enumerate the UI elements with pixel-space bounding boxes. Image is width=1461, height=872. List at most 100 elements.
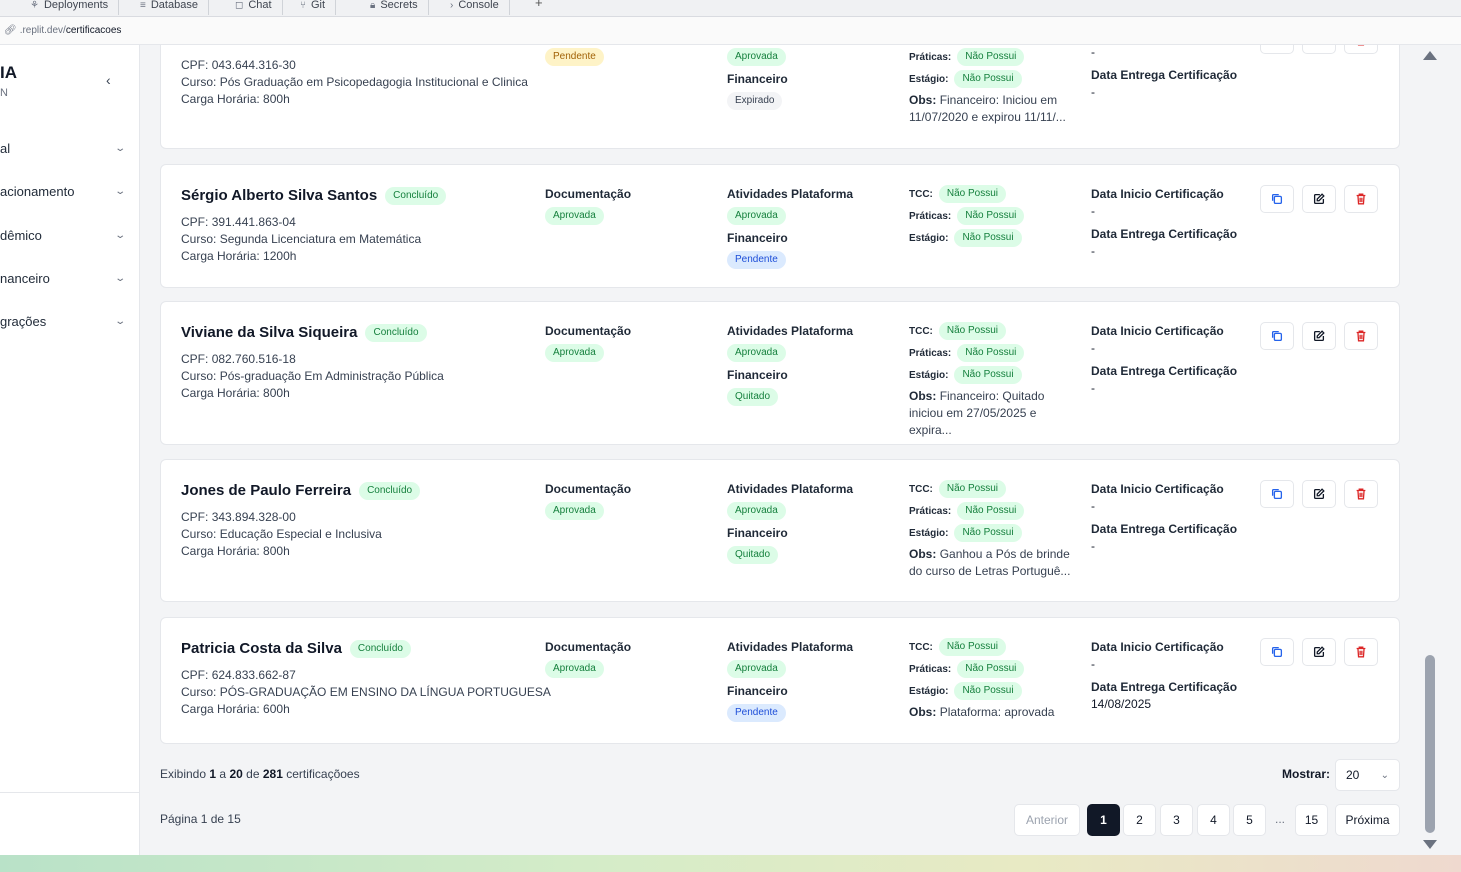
- page-scrollbar[interactable]: [1420, 45, 1440, 855]
- praticas-label: Práticas:: [909, 663, 952, 675]
- duplicate-button[interactable]: [1260, 45, 1294, 54]
- ide-tab-deployments[interactable]: ⚘ Deployments: [20, 0, 120, 15]
- estagio-label: Estágio:: [909, 232, 949, 244]
- edit-icon: [1312, 487, 1326, 501]
- ide-tab-secrets[interactable]: 🔒︎ Secrets: [360, 0, 429, 15]
- pagination-ellipsis: ...: [1275, 812, 1286, 826]
- url-host: .replit.dev/: [19, 25, 66, 36]
- scroll-up-icon[interactable]: [1423, 51, 1437, 60]
- ide-tab-console[interactable]: › Console: [440, 0, 510, 15]
- pagination-page-last[interactable]: 15: [1295, 804, 1328, 836]
- student-name: Patricia Costa da Silva Concluído: [181, 640, 411, 658]
- copy-icon: [1270, 487, 1284, 501]
- atividades-badge: Aprovada: [727, 207, 786, 225]
- sidebar-item-integracoes[interactable]: grações ⌄: [0, 310, 126, 332]
- ide-tab-label: Secrets: [380, 0, 418, 11]
- ide-tab-chat[interactable]: ◻ Chat: [225, 0, 283, 15]
- edit-icon: [1312, 329, 1326, 343]
- delete-button[interactable]: [1344, 638, 1378, 666]
- tcc-row: TCC: Não Possui: [909, 185, 1007, 203]
- cpf-line: CPF: 343.894.328-00: [181, 510, 296, 524]
- estagio-label: Estágio:: [909, 369, 949, 381]
- documentacao-badge: Aprovada: [545, 502, 604, 520]
- url-path: certificacoes: [65, 25, 122, 36]
- pagination-page-1[interactable]: 1: [1087, 804, 1120, 836]
- chevron-down-icon: ⌄: [113, 229, 126, 241]
- copy-icon: [1270, 329, 1284, 343]
- ide-tab-database[interactable]: ≡ Database: [130, 0, 209, 15]
- curso-line: Curso: PÓS-GRADUAÇÃO EM ENSINO DA LÍNGUA…: [181, 685, 551, 699]
- duplicate-button[interactable]: [1260, 322, 1294, 350]
- data-inicio-value: -: [1091, 45, 1095, 59]
- trash-icon: [1354, 645, 1368, 659]
- edit-button[interactable]: [1302, 638, 1336, 666]
- pagination-page-4[interactable]: 4: [1197, 804, 1230, 836]
- duplicate-button[interactable]: [1260, 185, 1294, 213]
- database-icon: ≡: [140, 0, 146, 11]
- atividades-label: Atividades Plataforma: [727, 482, 854, 496]
- edit-button[interactable]: [1302, 185, 1336, 213]
- delete-button[interactable]: [1344, 45, 1378, 54]
- chevron-down-icon: ⌄: [113, 185, 126, 197]
- git-icon: ⑂: [300, 0, 306, 11]
- pagination-next-button[interactable]: Próxima: [1335, 804, 1400, 836]
- scrollbar-thumb[interactable]: [1425, 655, 1435, 833]
- financeiro-status: Expirado: [727, 90, 783, 110]
- edit-button[interactable]: [1302, 322, 1336, 350]
- edit-icon: [1312, 645, 1326, 659]
- cpf-line: CPF: 391.441.863-04: [181, 215, 296, 229]
- sidebar-item-relacionamento[interactable]: acionamento ⌄: [0, 180, 126, 202]
- copy-icon: [1270, 192, 1284, 206]
- trash-icon: [1354, 487, 1368, 501]
- data-inicio-value: -: [1091, 204, 1095, 218]
- pagination-page-2[interactable]: 2: [1123, 804, 1156, 836]
- praticas-label: Práticas:: [909, 347, 952, 359]
- data-inicio-label: Data Inicio Certificação: [1091, 482, 1224, 496]
- sidebar-item-geral[interactable]: al ⌄: [0, 137, 126, 159]
- sidebar-item-academico[interactable]: dêmico ⌄: [0, 224, 126, 246]
- scroll-down-icon[interactable]: [1423, 840, 1437, 849]
- sidebar-item-financeiro[interactable]: nanceiro ⌄: [0, 267, 126, 289]
- duplicate-button[interactable]: [1260, 480, 1294, 508]
- ide-tab-git[interactable]: ⑂ Git: [290, 0, 337, 15]
- delete-button[interactable]: [1344, 322, 1378, 350]
- financeiro-label: Financeiro: [727, 526, 788, 540]
- data-entrega-value: -: [1091, 539, 1095, 553]
- cpf-line: CPF: 043.644.316-30: [181, 58, 296, 72]
- estagio-row: Estágio: Não Possui: [909, 366, 1022, 384]
- new-tab-button[interactable]: +: [535, 0, 543, 10]
- tcc-label: TCC:: [909, 325, 933, 337]
- duplicate-button[interactable]: [1260, 638, 1294, 666]
- copy-icon: [1270, 645, 1284, 659]
- data-entrega-label: Data Entrega Certificação: [1091, 68, 1238, 82]
- url-bar[interactable]: 🔗︎ .replit.dev/certificacoes: [0, 17, 1461, 45]
- page-size-label: Mostrar:: [1282, 767, 1331, 781]
- delete-button[interactable]: [1344, 480, 1378, 508]
- financeiro-status: Pendente: [727, 249, 786, 269]
- delete-button[interactable]: [1344, 185, 1378, 213]
- copy-icon: [1270, 45, 1284, 47]
- data-inicio-label: Data Inicio Certificação: [1091, 187, 1224, 201]
- praticas-row: Práticas: Não Possui: [909, 344, 1025, 362]
- page-size-select[interactable]: 20 ⌄: [1335, 759, 1400, 791]
- edit-button[interactable]: [1302, 45, 1336, 54]
- pagination-page-3[interactable]: 3: [1160, 804, 1193, 836]
- edit-button[interactable]: [1302, 480, 1336, 508]
- praticas-label: Práticas:: [909, 51, 952, 63]
- data-entrega-value: -: [1091, 85, 1095, 99]
- praticas-row: Práticas: Não Possui: [909, 207, 1025, 225]
- deploy-icon: ⚘: [30, 0, 39, 11]
- data-entrega-label: Data Entrega Certificação: [1091, 522, 1238, 536]
- status-badge: Concluído: [385, 187, 447, 205]
- carga-line: Carga Horária: 600h: [181, 702, 290, 716]
- praticas-badge: Não Possui: [957, 660, 1025, 678]
- documentacao-status: Aprovada: [545, 658, 604, 678]
- pagination-prev-button[interactable]: Anterior: [1014, 804, 1080, 836]
- documentacao-status: Aprovada: [545, 205, 604, 225]
- financeiro-label: Financeiro: [727, 72, 788, 86]
- edit-icon: [1312, 192, 1326, 206]
- collapse-sidebar-icon[interactable]: ‹: [106, 72, 111, 88]
- cpf-line: CPF: 082.760.516-18: [181, 352, 296, 366]
- observacao: Obs: Financeiro: Quitado iniciou em 27/0…: [909, 389, 1045, 437]
- pagination-page-5[interactable]: 5: [1233, 804, 1266, 836]
